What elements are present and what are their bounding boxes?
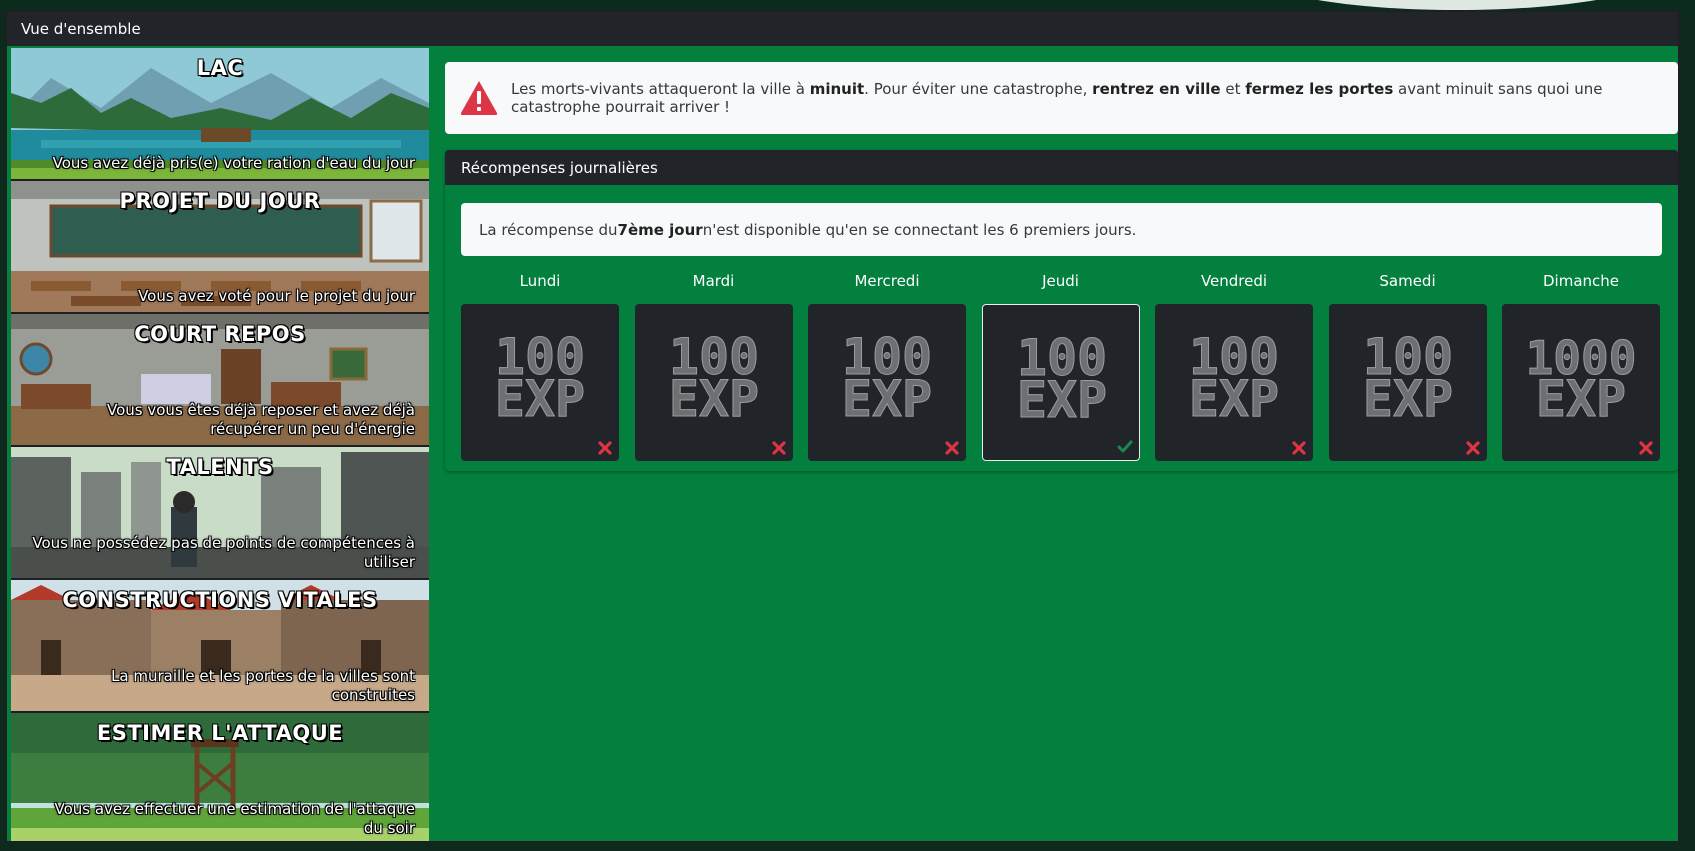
card-title: CONSTRUCTIONS VITALES xyxy=(62,588,378,612)
close-icon xyxy=(945,441,959,455)
reward-day-vendredi: Vendredi 100 EXP xyxy=(1155,270,1313,461)
card-talents[interactable]: TALENTS Vous ne possédez pas de points d… xyxy=(11,447,429,578)
card-constructions-vitales[interactable]: CONSTRUCTIONS VITALES La muraille et les… xyxy=(11,580,429,711)
reward-amount: 100EXP xyxy=(841,328,932,429)
day-name: Samedi xyxy=(1379,272,1436,290)
close-icon xyxy=(1639,441,1653,455)
reward-tile[interactable]: 100 EXP xyxy=(1155,304,1313,461)
warning-triangle-icon xyxy=(460,81,498,115)
window-header: Vue d'ensemble xyxy=(7,12,1678,46)
reward-tile[interactable]: 100 EXP xyxy=(1328,304,1487,461)
card-text: La muraille et les portes de la villes s… xyxy=(111,667,415,704)
window-title: Vue d'ensemble xyxy=(21,20,141,38)
reward-unit: EXP xyxy=(668,370,758,428)
reward-day-samedi: Samedi 100 EXP xyxy=(1328,270,1487,461)
attack-warning-alert: Les morts-vivants attaqueront la ville à… xyxy=(445,62,1678,134)
reward-amount: 100EXP xyxy=(1188,328,1279,429)
reward-amount: 100EXP xyxy=(494,328,585,429)
overview-window: Vue d'ensemble LAC Vous avez déjà pris(e… xyxy=(5,10,1680,843)
reward-tile[interactable]: 100 EXP xyxy=(461,304,619,461)
day-name: Lundi xyxy=(519,272,561,290)
day-name: Vendredi xyxy=(1200,272,1268,290)
close-icon xyxy=(598,441,612,455)
card-projet-du-jour[interactable]: PROJET DU JOUR Vous avez voté pour le pr… xyxy=(11,181,429,312)
rewards-header: Récompenses journalières xyxy=(445,150,1678,185)
card-estimer-attaque[interactable]: ESTIMER L'ATTAQUE Vous avez effectuer un… xyxy=(11,713,429,841)
card-title: ESTIMER L'ATTAQUE xyxy=(96,721,344,745)
reward-unit: EXP xyxy=(495,370,585,428)
rewards-info: La récompense du 7ème jour n'est disponi… xyxy=(461,203,1662,256)
reward-unit: EXP xyxy=(1362,370,1452,428)
reward-amount: 100EXP xyxy=(668,328,759,429)
close-icon xyxy=(1465,441,1480,455)
card-text: Vous avez effectuer une estimation de l'… xyxy=(54,800,415,837)
sidebar: LAC Vous avez déjà pris(e) votre ration … xyxy=(11,48,429,841)
reward-tile[interactable]: 1000 EXP xyxy=(1502,304,1660,461)
rewards-title: Récompenses journalières xyxy=(461,158,658,177)
day-name: Jeudi xyxy=(1042,272,1079,290)
day-name: Dimanche xyxy=(1542,272,1619,290)
reward-tile[interactable]: 100 EXP xyxy=(808,304,966,461)
reward-unit: EXP xyxy=(842,370,932,428)
reward-amount: 1000EXP xyxy=(1525,331,1637,429)
reward-day-mercredi: Mercredi 100 EXP xyxy=(808,270,966,461)
card-text: Vous ne possédez pas de points de compét… xyxy=(32,534,415,571)
close-icon xyxy=(771,441,786,455)
card-text: Vous avez voté pour le projet du jour xyxy=(138,287,415,305)
close-icon xyxy=(1292,441,1306,455)
day-name: Mercredi xyxy=(854,272,920,290)
card-title: LAC xyxy=(196,56,244,80)
daily-rewards-panel: Récompenses journalières La récompense d… xyxy=(445,150,1678,471)
reward-day-dimanche: Dimanche 1000 EXP xyxy=(1502,270,1660,461)
reward-unit: EXP xyxy=(1189,370,1279,428)
reward-unit: EXP xyxy=(1016,371,1106,429)
reward-day-jeudi: Jeudi 100 EXP xyxy=(981,270,1140,461)
reward-unit: EXP xyxy=(1536,370,1626,428)
card-title: TALENTS xyxy=(166,455,274,479)
card-title: COURT REPOS xyxy=(134,322,306,346)
reward-day-lundi: Lundi 100 EXP xyxy=(461,270,619,461)
card-text: Vous vous êtes déjà reposer et avez déjà… xyxy=(107,401,415,438)
reward-day-mardi: Mardi 100 EXP xyxy=(634,270,793,461)
reward-tile[interactable]: 100 EXP xyxy=(981,304,1140,461)
alert-message: Les morts-vivants attaqueront la ville à… xyxy=(511,80,1603,116)
check-icon xyxy=(1117,440,1132,453)
reward-amount: 100EXP xyxy=(1362,328,1453,429)
day-name: Mardi xyxy=(692,272,735,290)
card-lac[interactable]: LAC Vous avez déjà pris(e) votre ration … xyxy=(11,48,429,179)
card-text: Vous avez déjà pris(e) votre ration d'ea… xyxy=(52,154,415,172)
card-title: PROJET DU JOUR xyxy=(119,189,321,213)
reward-tile[interactable]: 100 EXP xyxy=(634,304,793,461)
card-court-repos[interactable]: COURT REPOS Vous vous êtes déjà reposer … xyxy=(11,314,429,445)
